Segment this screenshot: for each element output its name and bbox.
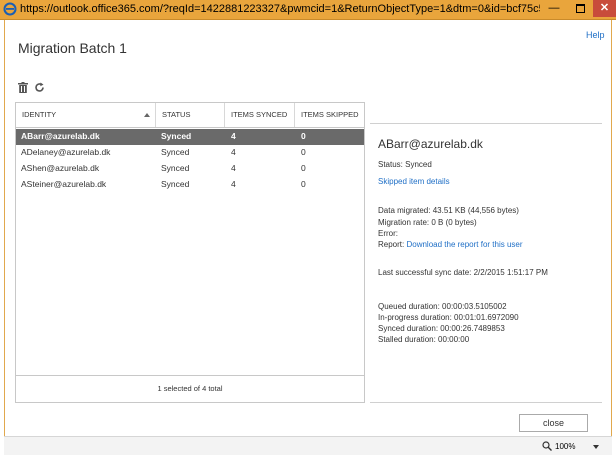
zoom-icon	[542, 441, 552, 451]
dialog-title: Migration Batch 1	[18, 40, 127, 56]
maximize-button[interactable]	[567, 0, 593, 17]
detail-user-name: ABarr@azurelab.dk	[378, 137, 483, 151]
detail-stalled-duration: Stalled duration: 00:00:00	[378, 335, 470, 344]
detail-synced-duration: Synced duration: 00:00:26.7489853	[378, 324, 505, 333]
column-status[interactable]: STATUS	[155, 103, 223, 127]
detail-migration-rate: Migration rate: 0 B (0 bytes)	[378, 218, 477, 227]
detail-report: Report: Download the report for this use…	[378, 240, 523, 249]
table-row[interactable]: ABarr@azurelab.dk Synced 4 0	[16, 129, 364, 145]
status-bar: 100%	[4, 436, 612, 455]
cell-status: Synced	[161, 179, 190, 189]
chevron-down-icon[interactable]	[593, 445, 599, 449]
user-detail-panel: ABarr@azurelab.dk Status: Synced Skipped…	[370, 124, 602, 403]
cell-identity: ADelaney@azurelab.dk	[21, 147, 111, 157]
cell-status: Synced	[161, 131, 192, 141]
download-report-link[interactable]: Download the report for this user	[406, 240, 522, 249]
cell-items-synced: 4	[231, 147, 236, 157]
cell-items-skipped: 0	[301, 147, 306, 157]
detail-in-progress-duration: In-progress duration: 00:01:01.6972090	[378, 313, 519, 322]
cell-identity: ABarr@azurelab.dk	[21, 131, 100, 141]
detail-queued-duration: Queued duration: 00:00:03.5105002	[378, 302, 507, 311]
cell-items-skipped: 0	[301, 179, 306, 189]
detail-status: Status: Synced	[378, 160, 432, 169]
address-url[interactable]: https://outlook.office365.com/?reqId=142…	[20, 3, 540, 15]
cell-identity: AShen@azurelab.dk	[21, 163, 100, 173]
detail-last-sync: Last successful sync date: 2/2/2015 1:51…	[378, 268, 548, 277]
close-button[interactable]: close	[519, 414, 588, 432]
cell-items-synced: 4	[231, 163, 236, 173]
cell-items-synced: 4	[231, 179, 236, 189]
cell-items-skipped: 0	[301, 131, 306, 141]
column-items-skipped[interactable]: ITEMS SKIPPED	[294, 103, 364, 127]
table-row[interactable]: ASteiner@azurelab.dk Synced 4 0	[16, 177, 364, 193]
help-link[interactable]: Help	[586, 30, 605, 40]
column-identity[interactable]: IDENTITY	[16, 103, 153, 127]
cell-status: Synced	[161, 163, 190, 173]
selection-count: 1 selected of 4 total	[16, 375, 364, 403]
cell-identity: ASteiner@azurelab.dk	[21, 179, 107, 189]
minimize-button[interactable]: —	[541, 0, 567, 17]
detail-data-migrated: Data migrated: 43.51 KB (44,556 bytes)	[378, 206, 519, 215]
trash-icon[interactable]	[18, 82, 28, 93]
internet-explorer-icon	[3, 2, 17, 16]
table-row[interactable]: AShen@azurelab.dk Synced 4 0	[16, 161, 364, 177]
sort-ascending-icon	[144, 113, 150, 117]
browser-titlebar: https://outlook.office365.com/?reqId=142…	[0, 0, 616, 20]
cell-items-synced: 4	[231, 131, 236, 141]
cell-items-skipped: 0	[301, 163, 306, 173]
zoom-level[interactable]: 100%	[555, 442, 575, 451]
cell-status: Synced	[161, 147, 190, 157]
detail-error: Error:	[378, 229, 398, 238]
close-window-button[interactable]: ✕	[593, 0, 616, 17]
column-items-synced[interactable]: ITEMS SYNCED	[224, 103, 293, 127]
refresh-icon[interactable]	[34, 82, 45, 93]
skipped-item-details-link[interactable]: Skipped item details	[378, 177, 450, 186]
users-list-panel: IDENTITY STATUS ITEMS SYNCED ITEMS SKIPP…	[15, 102, 365, 403]
report-label: Report:	[378, 240, 405, 249]
table-header: IDENTITY STATUS ITEMS SYNCED ITEMS SKIPP…	[16, 103, 364, 128]
table-row[interactable]: ADelaney@azurelab.dk Synced 4 0	[16, 145, 364, 161]
